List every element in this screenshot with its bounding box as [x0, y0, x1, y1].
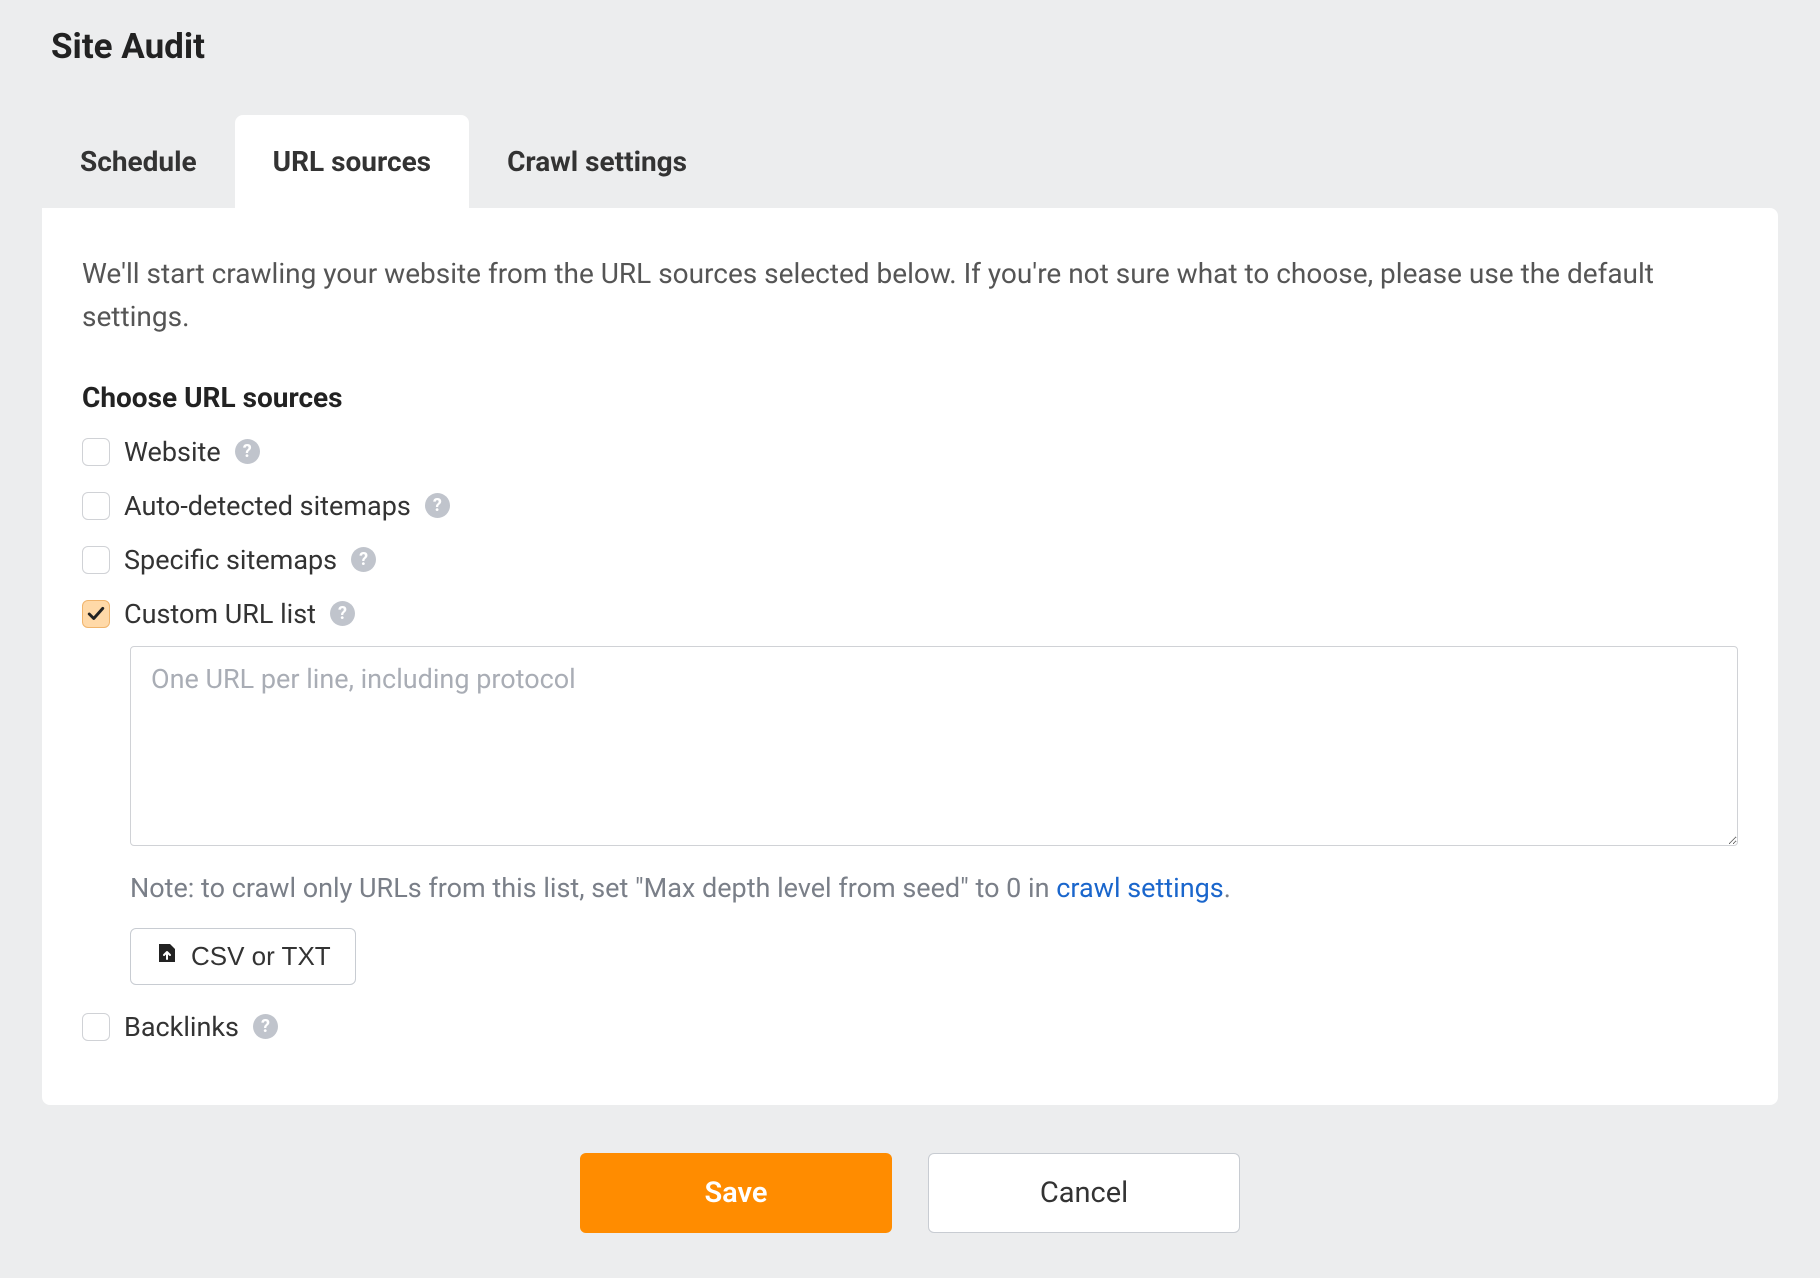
action-bar: Save Cancel — [42, 1153, 1778, 1233]
help-icon[interactable]: ? — [425, 493, 450, 518]
help-icon[interactable]: ? — [330, 601, 355, 626]
source-row-auto-sitemaps: Auto-detected sitemaps ? — [82, 490, 1738, 522]
checkbox-auto-sitemaps[interactable] — [82, 492, 110, 520]
custom-url-block: Note: to crawl only URLs from this list,… — [130, 646, 1738, 985]
section-heading: Choose URL sources — [82, 381, 1738, 414]
help-icon[interactable]: ? — [235, 439, 260, 464]
page-title: Site Audit — [51, 26, 1778, 67]
source-row-custom-list: Custom URL list ? — [82, 598, 1738, 630]
tab-url-sources[interactable]: URL sources — [235, 115, 469, 208]
source-row-specific-sitemaps: Specific sitemaps ? — [82, 544, 1738, 576]
tabs: Schedule URL sources Crawl settings — [42, 115, 1778, 208]
save-button[interactable]: Save — [580, 1153, 892, 1233]
help-icon[interactable]: ? — [351, 547, 376, 572]
cancel-button[interactable]: Cancel — [928, 1153, 1240, 1233]
custom-url-textarea[interactable] — [130, 646, 1738, 846]
checkbox-backlinks[interactable] — [82, 1013, 110, 1041]
label-specific-sitemaps: Specific sitemaps — [124, 544, 337, 576]
label-website: Website — [124, 436, 221, 468]
intro-text: We'll start crawling your website from t… — [82, 252, 1738, 339]
upload-csv-txt-button[interactable]: CSV or TXT — [130, 928, 356, 985]
tab-crawl-settings[interactable]: Crawl settings — [469, 115, 725, 208]
checkbox-specific-sitemaps[interactable] — [82, 546, 110, 574]
note-suffix: . — [1224, 872, 1231, 904]
note-prefix: Note: to crawl only URLs from this list,… — [130, 872, 1056, 904]
checkbox-website[interactable] — [82, 438, 110, 466]
upload-icon — [155, 941, 179, 972]
source-row-website: Website ? — [82, 436, 1738, 468]
checkbox-custom-list[interactable] — [82, 600, 110, 628]
label-backlinks: Backlinks — [124, 1011, 239, 1043]
custom-url-note: Note: to crawl only URLs from this list,… — [130, 872, 1738, 904]
label-custom-list: Custom URL list — [124, 598, 316, 630]
label-auto-sitemaps: Auto-detected sitemaps — [124, 490, 411, 522]
help-icon[interactable]: ? — [253, 1014, 278, 1039]
upload-label: CSV or TXT — [191, 941, 331, 972]
tab-schedule[interactable]: Schedule — [42, 115, 235, 208]
source-row-backlinks: Backlinks ? — [82, 1011, 1738, 1043]
panel-url-sources: We'll start crawling your website from t… — [42, 208, 1778, 1105]
crawl-settings-link[interactable]: crawl settings — [1056, 872, 1223, 904]
